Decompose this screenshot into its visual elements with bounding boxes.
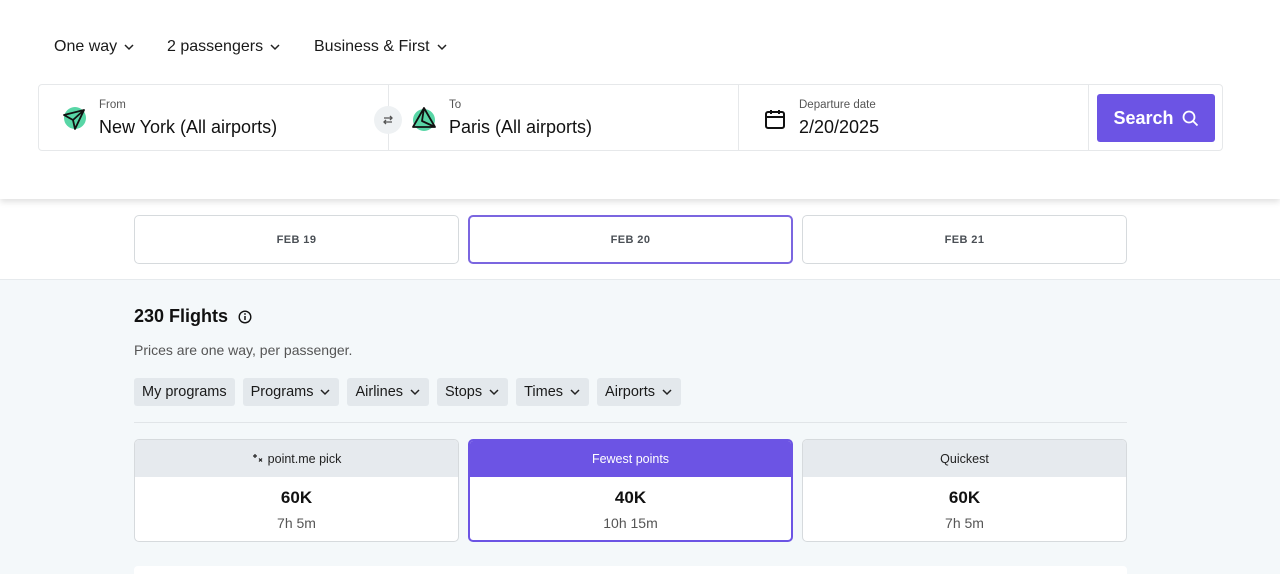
summary-card-quickest[interactable]: Quickest 60K 7h 5m xyxy=(802,439,1127,542)
filter-label: My programs xyxy=(142,384,227,400)
card-points: 60K xyxy=(948,488,981,507)
card-title: Fewest points xyxy=(591,452,670,466)
filter-times[interactable]: Times xyxy=(516,378,590,406)
date-tab-feb-20[interactable]: FEB 20 xyxy=(468,215,793,264)
search-bar: From New York (All airports) To Paris (A… xyxy=(38,84,1223,151)
departure-plane-icon xyxy=(63,107,86,130)
search-button[interactable]: Search xyxy=(1097,94,1215,142)
arrival-icon xyxy=(412,107,436,131)
summary-card-pick[interactable]: point.me pick 60K 7h 5m xyxy=(134,439,459,542)
filter-stops[interactable]: Stops xyxy=(437,378,509,406)
results-subtitle: Prices are one way, per passenger. xyxy=(134,342,353,358)
date-value: 2/20/2025 xyxy=(799,117,880,137)
from-label: From xyxy=(99,99,126,111)
search-panel: One way 2 passengers Business & First Fr… xyxy=(0,0,1280,199)
chevron-down-icon xyxy=(270,44,280,51)
cabin-label: Business & First xyxy=(314,38,430,55)
date-tab-feb-19[interactable]: FEB 19 xyxy=(134,215,459,264)
from-value: New York (All airports) xyxy=(99,117,278,137)
calendar-icon xyxy=(765,110,785,129)
card-duration: 7h 5m xyxy=(277,515,316,531)
chevron-down-icon xyxy=(489,389,499,396)
filter-label: Times xyxy=(524,384,564,400)
passengers-label: 2 passengers xyxy=(167,38,264,55)
date-tab-label: FEB 20 xyxy=(610,233,651,246)
filter-airports[interactable]: Airports xyxy=(597,378,682,406)
date-label: Departure date xyxy=(799,99,876,111)
card-header: Fewest points xyxy=(470,441,791,477)
divider xyxy=(134,422,1127,423)
departure-date-field[interactable]: Departure date 2/20/2025 xyxy=(739,85,1089,150)
filter-label: Programs xyxy=(250,384,314,400)
filter-label: Stops xyxy=(445,384,483,400)
card-duration: 10h 15m xyxy=(603,515,658,531)
to-field[interactable]: To Paris (All airports) xyxy=(389,85,739,150)
card-points: 60K xyxy=(280,488,313,507)
flight-result-card[interactable] xyxy=(134,566,1127,574)
results-count: 230 Flights xyxy=(134,306,229,326)
card-header: point.me pick xyxy=(135,440,458,477)
card-header: Quickest xyxy=(803,440,1126,477)
trip-type-label: One way xyxy=(54,38,118,55)
from-field[interactable]: From New York (All airports) xyxy=(39,85,389,150)
to-label: To xyxy=(449,99,462,111)
filter-bar: My programs Programs Airlines Stops Time… xyxy=(134,378,682,406)
date-tab-label: FEB 21 xyxy=(944,233,985,246)
filter-label: Airlines xyxy=(355,384,404,400)
filter-programs[interactable]: Programs xyxy=(242,378,340,406)
card-points: 40K xyxy=(614,488,647,507)
chevron-down-icon xyxy=(437,44,447,51)
chevron-down-icon xyxy=(410,389,420,396)
results-heading: 230 Flights xyxy=(134,306,252,327)
card-duration: 7h 5m xyxy=(945,515,984,531)
card-title: Quickest xyxy=(940,451,989,466)
summary-card-fewest-points[interactable]: Fewest points 40K 10h 15m xyxy=(468,439,793,542)
cabin-dropdown[interactable]: Business & First xyxy=(314,37,448,57)
card-title: point.me pick xyxy=(267,451,342,466)
info-icon[interactable] xyxy=(238,309,252,324)
passengers-dropdown[interactable]: 2 passengers xyxy=(167,37,281,57)
date-tab-feb-21[interactable]: FEB 21 xyxy=(802,215,1127,264)
chevron-down-icon xyxy=(570,389,580,396)
swap-arrows-icon xyxy=(383,115,393,125)
filter-my-programs[interactable]: My programs xyxy=(134,378,235,406)
date-tab-label: FEB 19 xyxy=(276,233,317,246)
chevron-down-icon xyxy=(320,389,330,396)
date-strip: FEB 19 FEB 20 FEB 21 xyxy=(0,199,1280,280)
sparkle-icon xyxy=(252,454,263,462)
search-icon xyxy=(1182,110,1198,126)
search-button-label: Search xyxy=(1113,107,1174,128)
chevron-down-icon xyxy=(662,389,672,396)
filter-airlines[interactable]: Airlines xyxy=(347,378,430,406)
chevron-down-icon xyxy=(124,44,134,51)
swap-button[interactable] xyxy=(374,106,402,134)
filter-label: Airports xyxy=(605,384,656,400)
to-value: Paris (All airports) xyxy=(449,117,593,137)
trip-type-dropdown[interactable]: One way xyxy=(54,37,135,57)
